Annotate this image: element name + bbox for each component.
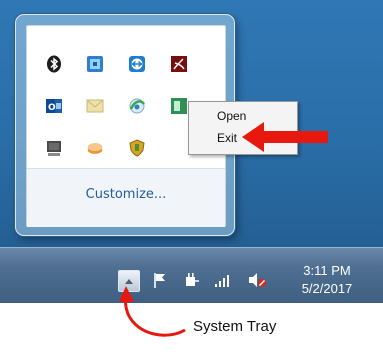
display-icon[interactable] <box>44 138 64 158</box>
customize-link[interactable]: Customize... <box>27 187 225 202</box>
clock-date: 5/2/2017 <box>301 281 353 296</box>
context-menu-exit[interactable]: Exit <box>217 131 237 145</box>
customize-strip: Customize... <box>27 168 225 227</box>
network-app-icon[interactable] <box>85 54 105 74</box>
taskbar-clock[interactable]: 3:11 PM 5/2/2017 <box>287 262 367 298</box>
bluetooth-icon[interactable] <box>44 54 64 74</box>
browser-icon[interactable] <box>127 96 147 116</box>
storage-icon[interactable] <box>85 138 105 158</box>
red-pointer-arrow-icon <box>242 122 328 152</box>
teamviewer-icon[interactable] <box>127 54 147 74</box>
volume-muted-icon[interactable] <box>246 270 268 290</box>
security-shield-icon[interactable] <box>127 138 147 158</box>
signal-icon[interactable] <box>212 270 234 290</box>
outlook-icon[interactable]: O <box>44 96 64 116</box>
svg-text:O: O <box>48 103 56 113</box>
clock-time: 3:11 PM <box>303 263 351 278</box>
adobe-reader-icon[interactable] <box>169 54 189 74</box>
system-tray-caption: System Tray <box>193 318 277 335</box>
mail-icon[interactable] <box>85 96 105 116</box>
green-app-icon[interactable] <box>169 96 189 116</box>
curved-annotation-arrow-icon <box>119 286 186 337</box>
